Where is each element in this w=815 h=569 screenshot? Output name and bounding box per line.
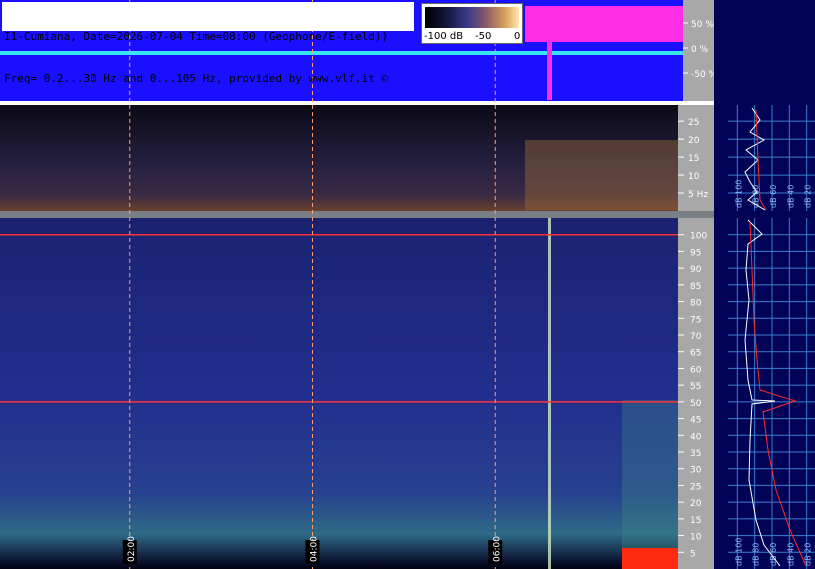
colorbar-label-max: 0 bbox=[514, 31, 521, 42]
panel-separator-2 bbox=[0, 211, 714, 218]
high-tick-label: 15 bbox=[690, 516, 701, 526]
high-tick-label: 10 bbox=[690, 533, 702, 543]
side-tick-label: dB 40 bbox=[786, 185, 795, 208]
side-tick-label: dB 60 bbox=[769, 543, 778, 566]
high-tick-label: 70 bbox=[690, 332, 702, 342]
high-tick-label: 65 bbox=[690, 349, 701, 359]
low-tick-label: 25 bbox=[688, 118, 699, 128]
side-tick-label: dB 40 bbox=[786, 543, 795, 566]
side-tick-label: dB 80 bbox=[752, 543, 761, 566]
high-tick-label: 20 bbox=[690, 499, 702, 509]
colorbar-label-min: -100 dB bbox=[424, 31, 464, 42]
waveform-spike bbox=[547, 40, 552, 100]
side-tick-label: dB 100 bbox=[734, 538, 743, 566]
high-tick-label: 30 bbox=[690, 466, 702, 476]
high-tick-label: 5 bbox=[690, 549, 696, 559]
high-tick-label: 90 bbox=[690, 265, 702, 275]
high-tick-label: 100 bbox=[690, 232, 707, 242]
time-label: 04:00 bbox=[310, 536, 320, 562]
low-tick-label: 5 Hz bbox=[688, 190, 708, 200]
waveform-magenta-burst bbox=[525, 6, 683, 42]
header-line-2: Freq= 0.2...30 Hz and 0...105 Hz, provid… bbox=[4, 72, 389, 85]
spectrogram-high-red-burst bbox=[622, 548, 678, 569]
high-tick-label: 35 bbox=[690, 449, 701, 459]
low-tick-label: 20 bbox=[688, 136, 700, 146]
high-tick-label: 40 bbox=[690, 432, 702, 442]
time-label: 02:00 bbox=[127, 536, 137, 562]
high-tick-label: 85 bbox=[690, 282, 701, 292]
low-tick-label: 10 bbox=[688, 172, 700, 182]
side-tick-label: dB 100 bbox=[734, 180, 743, 208]
high-tick-label: 75 bbox=[690, 315, 701, 325]
time-label: 06:00 bbox=[492, 536, 502, 562]
colorbar-gradient bbox=[425, 7, 519, 28]
header-line-1: I1-Cumiana, Date=2026-07-04 Time=08:00 (… bbox=[4, 30, 389, 43]
panel-separator-1 bbox=[0, 101, 714, 105]
spectrogram-high-noise-burst bbox=[622, 400, 678, 569]
high-tick-label: 50 bbox=[690, 399, 702, 409]
high-tick-label: 60 bbox=[690, 365, 702, 375]
colorbar: -100 dB -50 0 bbox=[421, 3, 523, 44]
side-tick-label: dB 20 bbox=[804, 185, 813, 208]
high-tick-label: 95 bbox=[690, 248, 701, 258]
high-tick-label: 25 bbox=[690, 482, 701, 492]
waveform-tick-label: 0 % bbox=[691, 45, 709, 55]
waveform-tick-label: 50 % bbox=[691, 20, 714, 30]
spectrogram-high-panel bbox=[0, 218, 678, 569]
high-tick-label: 55 bbox=[690, 382, 701, 392]
waveform-tick-label: -50 % bbox=[691, 70, 718, 80]
high-tick-label: 80 bbox=[690, 299, 702, 309]
high-tick-label: 45 bbox=[690, 416, 701, 426]
spectrogram-high-spike-line bbox=[548, 218, 551, 569]
low-tick-label: 15 bbox=[688, 154, 699, 164]
colorbar-label-mid: -50 bbox=[475, 31, 492, 42]
side-tick-label: dB 60 bbox=[769, 185, 778, 208]
spectrogram-low-warm-burst bbox=[525, 140, 678, 210]
header: I1-Cumiana, Date=2026-07-04 Time=08:00 (… bbox=[2, 2, 414, 85]
side-tick-label: dB 20 bbox=[804, 543, 813, 566]
